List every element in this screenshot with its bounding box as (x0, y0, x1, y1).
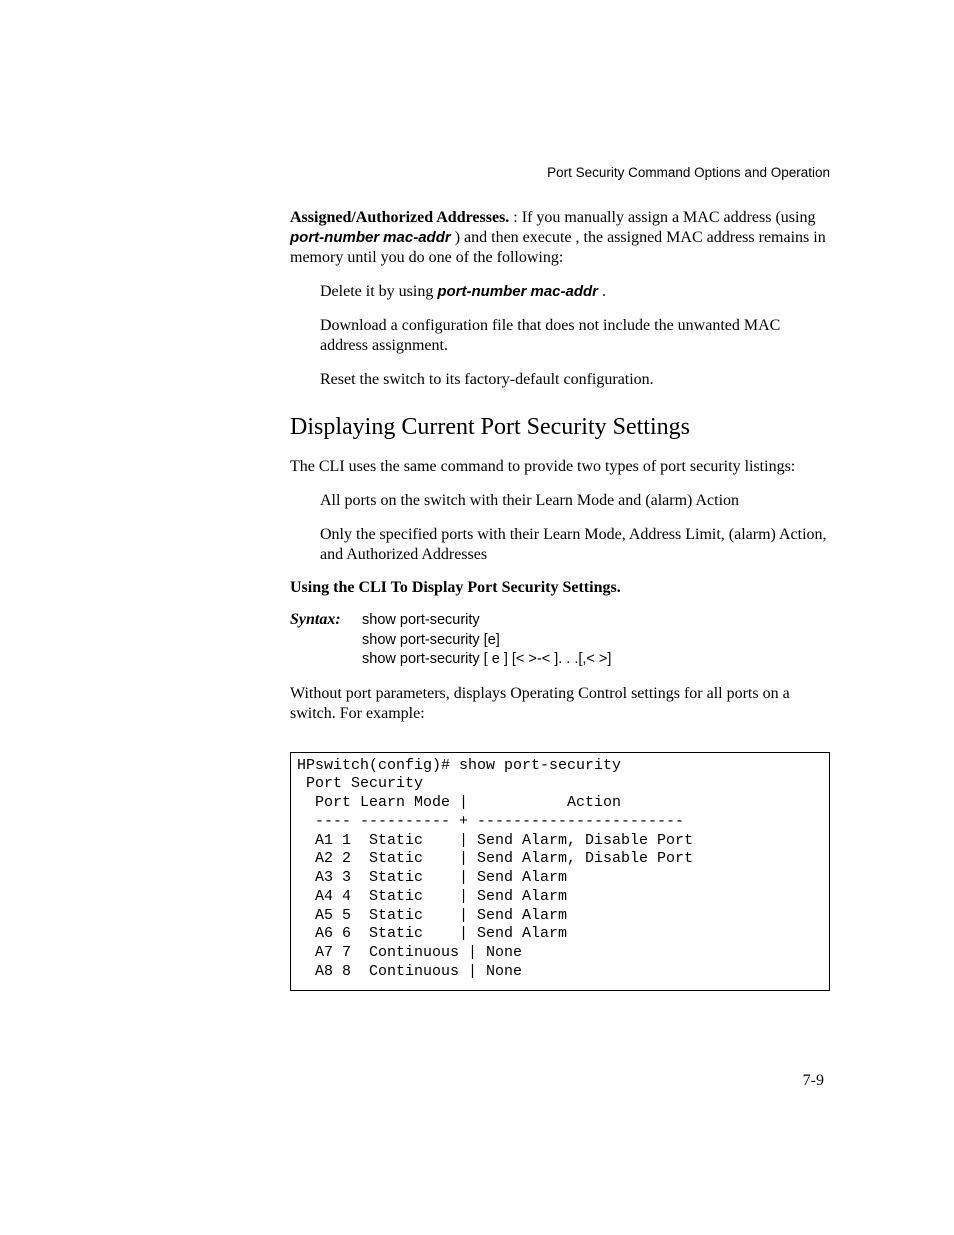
list-item: Only the specified ports with their Lear… (320, 525, 830, 565)
syntax-line: show port-security [e] (362, 631, 611, 651)
text: ) and then execute (451, 229, 576, 246)
syntax-label: Syntax: (290, 611, 362, 629)
running-head: Port Security Command Options and Operat… (290, 165, 830, 180)
param-mac-addr: mac-addr (383, 229, 451, 246)
para-cli-intro: The CLI uses the same command to provide… (290, 457, 830, 477)
syntax-block: Syntax: show port-security show port-sec… (290, 611, 830, 670)
bullet-list-2: All ports on the switch with their Learn… (320, 491, 830, 565)
para-without-params: Without port parameters, displays Operat… (290, 684, 830, 724)
param-mac-addr: mac-addr (530, 283, 598, 300)
subheading: Using the CLI To Display Port Security S… (290, 579, 830, 597)
page-content: Port Security Command Options and Operat… (290, 165, 830, 991)
text: . (598, 283, 606, 300)
param-port-number: port-number (290, 229, 379, 246)
list-item: All ports on the switch with their Learn… (320, 491, 830, 511)
lead-phrase: Assigned/Authorized Addresses. (290, 209, 509, 226)
syntax-commands: show port-security show port-security [e… (362, 611, 611, 670)
section-heading: Displaying Current Port Security Setting… (290, 414, 830, 441)
param-port-number: port-number (437, 283, 526, 300)
syntax-line: show port-security (362, 611, 611, 631)
text: Delete it by using (320, 283, 437, 300)
text: Without port parameters, (290, 685, 454, 702)
list-item: Download a configuration file that does … (320, 316, 830, 356)
syntax-line: show port-security [ e ] [< >-< ]. . .[,… (362, 650, 611, 670)
bullet-list-1: Delete it by using port-number mac-addr … (320, 282, 830, 390)
terminal-output: HPswitch(config)# show port-security Por… (290, 752, 830, 991)
page-number: 7-9 (803, 1072, 824, 1090)
list-item: Delete it by using port-number mac-addr … (320, 282, 830, 302)
text: : If you manually assign a MAC address (… (509, 209, 815, 226)
para-assigned-authorized: Assigned/Authorized Addresses. : If you … (290, 208, 830, 268)
list-item: Reset the switch to its factory-default … (320, 370, 830, 390)
